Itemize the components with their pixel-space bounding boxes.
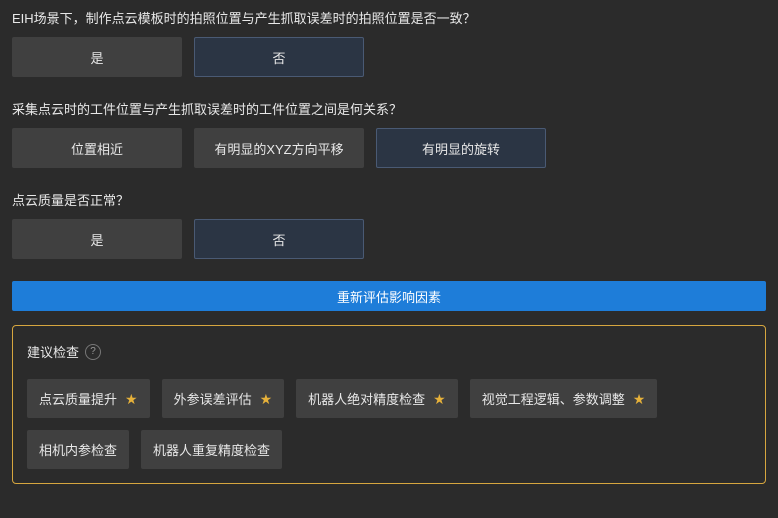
suggestion-list: 点云质量提升 ★ 外参误差评估 ★ 机器人绝对精度检查 ★ 视觉工程逻辑、参数调… [27,379,751,469]
chip-label: 视觉工程逻辑、参数调整 [482,389,625,408]
question-text: 采集点云时的工件位置与产生抓取误差时的工件位置之间是何关系？ [12,99,766,118]
option-rotation[interactable]: 有明显的旋转 [376,128,546,168]
star-icon: ★ [260,392,273,406]
suggestion-chip[interactable]: 点云质量提升 ★ [27,379,150,418]
option-xyz-shift[interactable]: 有明显的XYZ方向平移 [194,128,364,168]
help-icon[interactable]: ? [85,344,101,360]
suggestion-chip[interactable]: 外参误差评估 ★ [162,379,285,418]
question-block-3: 点云质量是否正常？ 是 否 [12,190,766,259]
suggestion-header: 建议检查 ? [27,342,751,361]
option-no[interactable]: 否 [194,37,364,77]
chip-label: 机器人重复精度检查 [153,440,270,459]
suggestion-panel: 建议检查 ? 点云质量提升 ★ 外参误差评估 ★ 机器人绝对精度检查 ★ 视觉工… [12,325,766,484]
star-icon: ★ [125,392,138,406]
question-block-2: 采集点云时的工件位置与产生抓取误差时的工件位置之间是何关系？ 位置相近 有明显的… [12,99,766,168]
star-icon: ★ [633,392,646,406]
option-row: 是 否 [12,37,766,77]
question-text: 点云质量是否正常？ [12,190,766,209]
star-icon: ★ [433,392,446,406]
chip-label: 点云质量提升 [39,389,117,408]
option-close[interactable]: 位置相近 [12,128,182,168]
chip-label: 外参误差评估 [174,389,252,408]
option-no[interactable]: 否 [194,219,364,259]
suggestion-chip[interactable]: 视觉工程逻辑、参数调整 ★ [470,379,658,418]
chip-label: 机器人绝对精度检查 [308,389,425,408]
suggestion-chip[interactable]: 机器人绝对精度检查 ★ [296,379,458,418]
option-row: 位置相近 有明显的XYZ方向平移 有明显的旋转 [12,128,766,168]
suggestion-chip[interactable]: 相机内参检查 [27,430,129,469]
question-block-1: EIH场景下，制作点云模板时的拍照位置与产生抓取误差时的拍照位置是否一致？ 是 … [12,8,766,77]
question-text: EIH场景下，制作点云模板时的拍照位置与产生抓取误差时的拍照位置是否一致？ [12,8,766,27]
option-yes[interactable]: 是 [12,37,182,77]
suggestion-chip[interactable]: 机器人重复精度检查 [141,430,282,469]
reassess-button[interactable]: 重新评估影响因素 [12,281,766,311]
option-yes[interactable]: 是 [12,219,182,259]
suggestion-title: 建议检查 [27,342,79,361]
option-row: 是 否 [12,219,766,259]
chip-label: 相机内参检查 [39,440,117,459]
